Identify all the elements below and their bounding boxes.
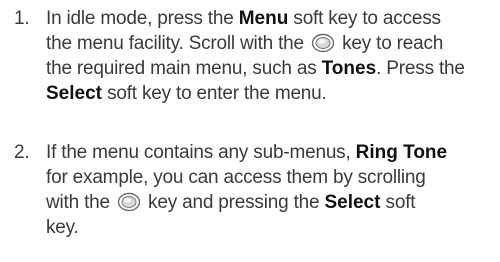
- instruction-document: 1. In idle mode, press the Menu soft key…: [0, 0, 500, 262]
- step-text: soft: [380, 192, 416, 213]
- menu-key-label: Menu: [238, 8, 289, 29]
- step-text: soft key to enter the menu.: [101, 83, 327, 104]
- step-number: 2.: [14, 142, 30, 163]
- step-text: If the menu contains any sub-menus,: [46, 142, 356, 163]
- step-number: 1.: [14, 8, 30, 29]
- step-line: the required main menu, such as Tones. P…: [0, 56, 500, 81]
- select-key-label: Select: [46, 83, 102, 104]
- select-key-label: Select: [324, 192, 381, 213]
- step-text: In idle mode, press the: [46, 8, 239, 29]
- step-text: the menu facility. Scroll with the: [46, 33, 309, 54]
- step-2: 2. If the menu contains any sub-menus, R…: [0, 140, 500, 240]
- step-text: soft key to access: [288, 8, 441, 29]
- step-text: key.: [46, 217, 79, 238]
- step-line: the menu facility. Scroll with the key t…: [0, 31, 500, 56]
- step-line: In idle mode, press the Menu soft key to…: [0, 6, 500, 31]
- nav-key-icon: [117, 192, 141, 212]
- step-line: for example, you can access them by scro…: [0, 165, 500, 190]
- step-line: Select soft key to enter the menu.: [0, 81, 500, 106]
- step-text: key to reach: [336, 33, 444, 54]
- step-line: If the menu contains any sub-menus, Ring…: [0, 140, 500, 165]
- tones-menu-label: Tones: [321, 58, 377, 79]
- step-line: key.: [0, 215, 500, 240]
- step-text: . Press the: [376, 58, 465, 79]
- step-1: 1. In idle mode, press the Menu soft key…: [0, 6, 500, 106]
- nav-key-icon: [311, 33, 335, 53]
- step-text: the required main menu, such as: [46, 58, 322, 79]
- step-line: with the key and pressing the Select sof…: [0, 190, 500, 215]
- step-text: with the: [46, 192, 115, 213]
- step-text: for example, you can access them by scro…: [46, 167, 426, 188]
- ring-tone-label: Ring Tone: [355, 142, 448, 163]
- step-text: key and pressing the: [142, 192, 325, 213]
